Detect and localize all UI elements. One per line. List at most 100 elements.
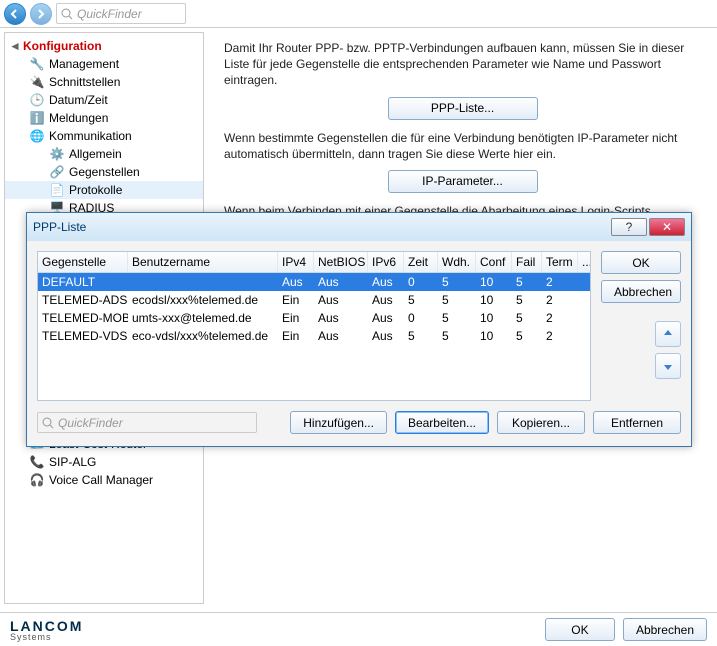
footer-cancel-button[interactable]: Abbrechen: [623, 618, 707, 641]
ip-params-button[interactable]: IP-Parameter...: [388, 170, 538, 193]
tree-item-communication[interactable]: 🌐Kommunikation: [5, 127, 203, 145]
nav-forward-button[interactable]: [30, 3, 52, 25]
table-row[interactable]: TELEMED-VDSLeco-vdsl/xxx%telemed.deEinAu…: [38, 327, 590, 345]
cell: Aus: [314, 327, 368, 345]
footer-ok-button[interactable]: OK: [545, 618, 615, 641]
clock-icon: 🕒: [29, 92, 45, 108]
cell: ecodsl/xxx%telemed.de: [128, 291, 278, 309]
tree-item-management[interactable]: 🔧Management: [5, 55, 203, 73]
tree-label: Gegenstellen: [69, 165, 140, 179]
tree-item-general[interactable]: ⚙️Allgemein: [5, 145, 203, 163]
tree-label: Management: [49, 57, 119, 71]
cell: 5: [438, 327, 476, 345]
nav-back-button[interactable]: [4, 3, 26, 25]
table-row[interactable]: TELEMED-MOBILumts-xxx@telemed.deEinAusAu…: [38, 309, 590, 327]
column-header[interactable]: Conf: [476, 252, 512, 272]
column-header[interactable]: Term: [542, 252, 578, 272]
search-icon: [61, 8, 73, 20]
remove-button[interactable]: Entfernen: [593, 411, 681, 434]
column-header[interactable]: NetBIOS: [314, 252, 368, 272]
cell: [578, 327, 591, 345]
cell: Ein: [278, 291, 314, 309]
add-button[interactable]: Hinzufügen...: [290, 411, 387, 434]
dialog-title: PPP-Liste: [33, 220, 609, 234]
cell: 10: [476, 291, 512, 309]
cell: 2: [542, 273, 578, 291]
cell: 5: [404, 327, 438, 345]
cell: 5: [438, 273, 476, 291]
tree-item-interfaces[interactable]: 🔌 Schnittstellen: [5, 73, 203, 91]
tree-item-protocols[interactable]: 📄 Protokolle: [5, 181, 203, 199]
tree-label: Protokolle: [69, 183, 122, 197]
cell: 10: [476, 327, 512, 345]
table-row[interactable]: DEFAULTAusAusAus051052: [38, 273, 590, 291]
cell: Aus: [368, 273, 404, 291]
cell: 5: [512, 327, 542, 345]
dialog-cancel-button[interactable]: Abbrechen: [601, 280, 681, 303]
doc-icon: 📄: [49, 182, 65, 198]
cell: 2: [542, 309, 578, 327]
tree-label: Schnittstellen: [49, 75, 120, 89]
ppp-listview[interactable]: GegenstelleBenutzernameIPv4NetBIOSIPv6Ze…: [37, 251, 591, 401]
column-header[interactable]: Gegenstelle: [38, 252, 128, 272]
dialog-quickfinder[interactable]: QuickFinder: [37, 412, 257, 433]
cell: 0: [404, 273, 438, 291]
cell: 10: [476, 309, 512, 327]
column-header[interactable]: IPv6: [368, 252, 404, 272]
column-header[interactable]: Wdh.: [438, 252, 476, 272]
cell: TELEMED-MOBIL: [38, 309, 128, 327]
quickfinder-input[interactable]: QuickFinder: [56, 3, 186, 24]
move-up-button[interactable]: [655, 321, 681, 347]
info-icon: ℹ️: [29, 110, 45, 126]
cell: 5: [404, 291, 438, 309]
plug-icon: 🔌: [29, 74, 45, 90]
close-icon: ✕: [662, 220, 672, 234]
expander-icon: ◄: [9, 39, 19, 53]
tree-item-messages[interactable]: ℹ️Meldungen: [5, 109, 203, 127]
cell: [578, 291, 591, 309]
column-header[interactable]: Fail: [512, 252, 542, 272]
column-header[interactable]: Benutzername: [128, 252, 278, 272]
column-header[interactable]: IPv4: [278, 252, 314, 272]
edit-button[interactable]: Bearbeiten...: [395, 411, 489, 434]
cell: Aus: [314, 291, 368, 309]
column-header[interactable]: ...: [578, 252, 591, 272]
headset-icon: 🎧: [29, 472, 45, 488]
tree-root[interactable]: ◄ Konfiguration: [5, 37, 203, 55]
phone-icon: 📞: [29, 454, 45, 470]
node-icon: 🔗: [49, 164, 65, 180]
cell: 2: [542, 327, 578, 345]
quickfinder-placeholder: QuickFinder: [77, 7, 142, 21]
tree-item-sipalg[interactable]: 📞SIP-ALG: [5, 453, 203, 471]
cell: 2: [542, 291, 578, 309]
tree-item-voicecall[interactable]: 🎧 Voice Call Manager: [5, 471, 203, 489]
cell: DEFAULT: [38, 273, 128, 291]
cell: 5: [512, 273, 542, 291]
cell: Aus: [368, 291, 404, 309]
tree-label: Allgemein: [69, 147, 122, 161]
copy-button[interactable]: Kopieren...: [497, 411, 585, 434]
dialog-close-button[interactable]: ✕: [649, 218, 685, 236]
dialog-help-button[interactable]: ?: [611, 218, 647, 236]
cell: eco-vdsl/xxx%telemed.de: [128, 327, 278, 345]
tree-item-remotes[interactable]: 🔗 Gegenstellen: [5, 163, 203, 181]
cell: Aus: [278, 273, 314, 291]
move-down-button[interactable]: [655, 353, 681, 379]
dialog-titlebar[interactable]: PPP-Liste ? ✕: [27, 213, 691, 241]
tree-item-datetime[interactable]: 🕒Datum/Zeit: [5, 91, 203, 109]
cell: 5: [512, 291, 542, 309]
dialog-ok-button[interactable]: OK: [601, 251, 681, 274]
dialog-quickfinder-placeholder: QuickFinder: [58, 416, 123, 430]
cell: 10: [476, 273, 512, 291]
para-ip: Wenn bestimmte Gegenstellen die für eine…: [224, 130, 701, 162]
footer: LANCOM Systems OK Abbrechen: [0, 612, 717, 646]
table-row[interactable]: TELEMED-ADSLecodsl/xxx%telemed.deEinAusA…: [38, 291, 590, 309]
column-header[interactable]: Zeit: [404, 252, 438, 272]
arrow-right-icon: [36, 9, 46, 19]
tree-label: Voice Call Manager: [49, 473, 153, 487]
cell: 5: [512, 309, 542, 327]
cell: [578, 273, 591, 291]
cell: Aus: [368, 309, 404, 327]
ppp-list-button[interactable]: PPP-Liste...: [388, 97, 538, 120]
search-icon: [42, 417, 54, 429]
